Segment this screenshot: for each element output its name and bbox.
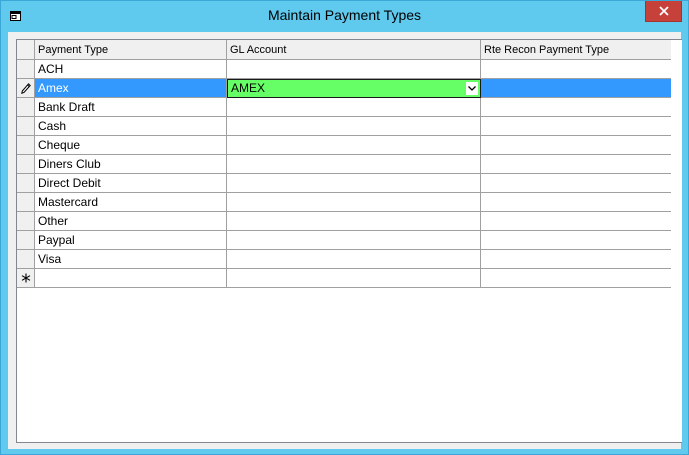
rte-recon-cell[interactable] xyxy=(481,250,672,269)
rte-recon-cell[interactable] xyxy=(481,174,672,193)
gl-account-cell[interactable] xyxy=(227,250,481,269)
gl-account-cell[interactable] xyxy=(227,212,481,231)
gl-account-cell[interactable] xyxy=(227,174,481,193)
payment-type-cell[interactable]: Direct Debit xyxy=(35,174,227,193)
row-selector[interactable] xyxy=(17,250,35,269)
pencil-icon xyxy=(21,83,31,94)
row-selector[interactable] xyxy=(17,212,35,231)
close-icon xyxy=(659,6,669,16)
payment-type-cell[interactable]: ACH xyxy=(35,60,227,79)
window-title: Maintain Payment Types xyxy=(267,7,422,23)
payment-type-cell[interactable]: Paypal xyxy=(35,231,227,250)
maintain-payment-types-window: Maintain Payment Types Payment Type GL A… xyxy=(0,0,689,455)
row-selector[interactable] xyxy=(17,79,35,98)
table-row[interactable]: Cheque xyxy=(17,136,672,155)
client-area: Payment Type GL Account Rte Recon Paymen… xyxy=(8,32,682,449)
gl-account-cell[interactable] xyxy=(227,155,481,174)
new-row[interactable] xyxy=(17,269,672,288)
table-row[interactable]: Diners Club xyxy=(17,155,672,174)
rte-recon-cell[interactable] xyxy=(481,155,672,174)
gl-account-cell[interactable] xyxy=(227,136,481,155)
column-header-rte-recon-payment-type[interactable]: Rte Recon Payment Type xyxy=(481,40,672,60)
table-row[interactable]: Direct Debit xyxy=(17,174,672,193)
payment-type-cell[interactable]: Cash xyxy=(35,117,227,136)
grid-right-gutter xyxy=(671,40,682,442)
rte-recon-cell[interactable] xyxy=(481,231,672,250)
rte-recon-cell[interactable] xyxy=(481,136,672,155)
table-row[interactable]: Bank Draft xyxy=(17,98,672,117)
table-row[interactable]: Amex AMEX xyxy=(17,79,672,98)
table-row[interactable]: Paypal xyxy=(17,231,672,250)
new-rte-recon-cell[interactable] xyxy=(481,269,672,288)
asterisk-icon xyxy=(21,273,31,283)
payment-type-cell[interactable]: Bank Draft xyxy=(35,98,227,117)
title-bar[interactable]: Maintain Payment Types xyxy=(1,1,688,32)
gl-account-cell[interactable] xyxy=(227,231,481,250)
column-header-gl-account[interactable]: GL Account xyxy=(227,40,481,60)
payment-type-cell[interactable]: Cheque xyxy=(35,136,227,155)
new-row-selector[interactable] xyxy=(17,269,35,288)
new-gl-account-cell[interactable] xyxy=(227,269,481,288)
rte-recon-cell[interactable] xyxy=(481,193,672,212)
row-selector[interactable] xyxy=(17,155,35,174)
gl-account-cell[interactable] xyxy=(227,60,481,79)
row-selector[interactable] xyxy=(17,231,35,250)
chevron-down-icon xyxy=(468,86,476,91)
rte-recon-cell[interactable] xyxy=(481,60,672,79)
column-header-payment-type[interactable]: Payment Type xyxy=(35,40,227,60)
new-payment-type-cell[interactable] xyxy=(35,269,227,288)
payment-type-cell[interactable]: Amex xyxy=(35,79,227,98)
table-row[interactable]: ACH xyxy=(17,60,672,79)
gl-account-cell[interactable] xyxy=(227,98,481,117)
close-button[interactable] xyxy=(645,1,682,22)
rte-recon-cell[interactable] xyxy=(481,79,672,98)
payment-type-cell[interactable]: Mastercard xyxy=(35,193,227,212)
payment-type-cell[interactable]: Visa xyxy=(35,250,227,269)
table-row[interactable]: Other xyxy=(17,212,672,231)
gl-account-value: AMEX xyxy=(231,81,266,95)
grid-table: Payment Type GL Account Rte Recon Paymen… xyxy=(17,40,672,290)
rte-recon-cell[interactable] xyxy=(481,212,672,231)
table-row[interactable]: Cash xyxy=(17,117,672,136)
rte-recon-cell[interactable] xyxy=(481,117,672,136)
row-selector[interactable] xyxy=(17,193,35,212)
table-row[interactable]: Visa xyxy=(17,250,672,269)
rte-recon-cell[interactable] xyxy=(481,98,672,117)
row-header-corner[interactable] xyxy=(17,40,35,60)
gl-account-cell[interactable] xyxy=(227,193,481,212)
table-row[interactable]: Mastercard xyxy=(17,193,672,212)
payment-type-cell[interactable]: Other xyxy=(35,212,227,231)
row-selector[interactable] xyxy=(17,60,35,79)
gl-account-combobox[interactable]: AMEX xyxy=(227,79,481,98)
row-selector[interactable] xyxy=(17,98,35,117)
payment-type-cell[interactable]: Diners Club xyxy=(35,155,227,174)
dropdown-button[interactable] xyxy=(466,82,478,95)
row-selector[interactable] xyxy=(17,136,35,155)
gl-account-cell[interactable] xyxy=(227,117,481,136)
payment-types-grid[interactable]: Payment Type GL Account Rte Recon Paymen… xyxy=(16,39,682,443)
row-selector[interactable] xyxy=(17,117,35,136)
row-selector[interactable] xyxy=(17,174,35,193)
